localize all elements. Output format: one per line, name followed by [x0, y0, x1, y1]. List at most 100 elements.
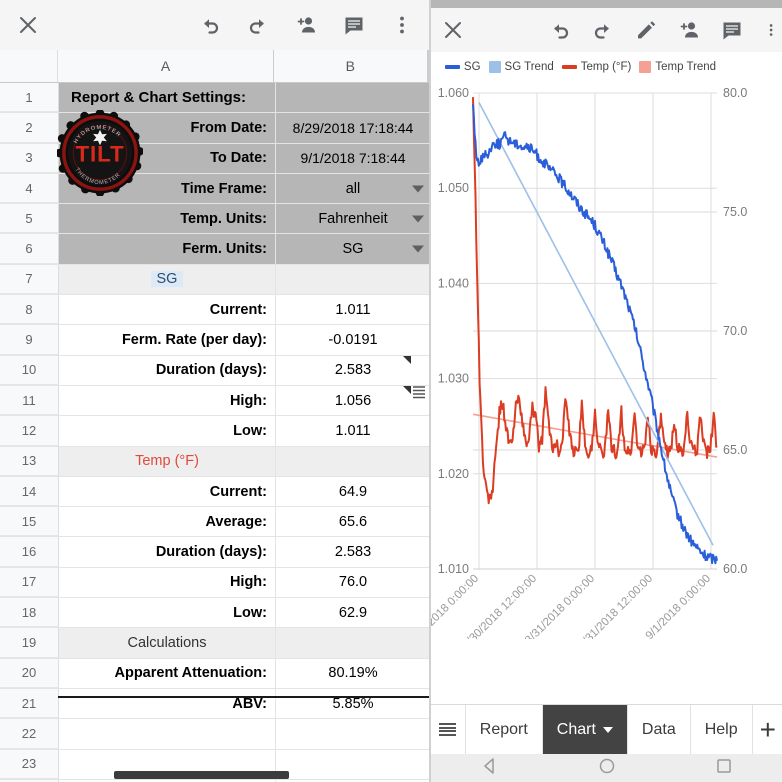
close-icon[interactable] [440, 17, 466, 43]
cell-a[interactable]: Calculations [59, 628, 276, 658]
note-marker[interactable] [403, 385, 411, 394]
chevron-down-icon[interactable] [412, 185, 424, 193]
legend-item-temp[interactable]: Temp (°F) [561, 61, 631, 73]
row-header[interactable]: 3 [0, 143, 59, 173]
sheet-list-button[interactable] [431, 705, 465, 754]
recents-nav-icon[interactable] [715, 757, 733, 780]
add-person-icon[interactable] [293, 12, 319, 38]
cell-a[interactable] [59, 719, 276, 749]
cell-b[interactable] [276, 83, 429, 113]
cell-b[interactable]: 76.0 [276, 568, 429, 597]
cell-a[interactable]: Current: [59, 295, 276, 325]
cell-a[interactable]: SG [59, 264, 276, 295]
add-person-icon[interactable] [676, 17, 702, 43]
cell-a[interactable]: Report & Chart Settings: [59, 83, 276, 113]
table-row[interactable]: 19 Calculations [0, 628, 429, 659]
cell-a[interactable]: High: [59, 385, 276, 416]
column-header-b[interactable]: B [273, 50, 428, 82]
cell-b[interactable]: 5.85% [276, 689, 429, 718]
cell-a[interactable]: Apparent Attenuation: [59, 658, 276, 688]
select-all-corner[interactable] [0, 50, 59, 82]
row-header[interactable]: 23 [0, 749, 59, 779]
table-row[interactable]: 14 Current: 64.9 [0, 476, 429, 508]
cell-a[interactable]: Duration (days): [59, 355, 276, 385]
cell-b[interactable]: SG [276, 234, 429, 264]
sheet-list-handle-left[interactable] [412, 385, 426, 401]
redo-icon[interactable] [245, 12, 271, 38]
cell-a[interactable]: Temp (°F) [59, 446, 276, 476]
cell-b[interactable]: 2.583 [276, 537, 429, 566]
table-row[interactable]: 18 Low: 62.9 [0, 598, 429, 629]
row-header[interactable]: 6 [0, 234, 59, 264]
table-row[interactable]: 20 Apparent Attenuation: 80.19% [0, 658, 429, 689]
cell-b[interactable]: 80.19% [276, 659, 429, 688]
row-header[interactable]: 21 [0, 688, 59, 719]
cell-a[interactable]: Temp. Units: [59, 204, 276, 234]
cell-a[interactable]: ABV: [59, 688, 276, 719]
cell-b[interactable]: 9/1/2018 7:18:44 [276, 143, 429, 173]
chevron-down-icon[interactable] [412, 245, 424, 253]
table-row[interactable]: 11 High: 1.056 [0, 385, 429, 417]
legend-item-sg[interactable]: SG [444, 61, 481, 73]
cell-b[interactable]: 1.011 [276, 416, 429, 445]
legend-item-sg-trend[interactable]: SG Trend [488, 61, 554, 73]
more-vert-icon[interactable] [389, 12, 415, 38]
more-vert-icon[interactable] [762, 17, 776, 43]
table-row[interactable]: 22 [0, 719, 429, 750]
comment-icon[interactable] [719, 17, 745, 43]
sheet-list-icon[interactable] [439, 723, 457, 736]
row-header[interactable]: 20 [0, 658, 59, 688]
table-row[interactable]: 10 Duration (days): 2.583 [0, 355, 429, 386]
row-header[interactable]: 4 [0, 173, 59, 204]
cell-b[interactable] [276, 264, 429, 295]
row-header[interactable]: 13 [0, 446, 59, 476]
row-header[interactable]: 8 [0, 295, 59, 325]
chevron-down-icon[interactable] [412, 215, 424, 223]
legend-item-temp-trend[interactable]: Temp Trend [639, 61, 716, 73]
row-header[interactable]: 9 [0, 325, 59, 355]
table-row[interactable]: 21 ABV: 5.85% [0, 688, 429, 720]
edit-pencil-icon[interactable] [633, 17, 659, 43]
cell-a[interactable]: Low: [59, 598, 276, 628]
cell-b[interactable]: 62.9 [276, 598, 429, 627]
table-row[interactable]: 7 SG [0, 264, 429, 296]
close-icon[interactable] [15, 12, 41, 38]
cell-b[interactable]: -0.0191 [276, 325, 429, 354]
row-header[interactable]: 15 [0, 507, 59, 537]
column-header-a[interactable]: A [58, 50, 274, 82]
close-button-right[interactable] [431, 17, 475, 43]
table-row[interactable]: 17 High: 76.0 [0, 567, 429, 599]
undo-icon[interactable] [547, 17, 573, 43]
row-header[interactable]: 5 [0, 204, 59, 234]
tab-data[interactable]: Data [626, 705, 690, 754]
cell-b[interactable]: 1.011 [276, 295, 429, 324]
cell-b[interactable] [276, 719, 429, 748]
table-row[interactable]: 6 Ferm. Units: SG [0, 234, 429, 265]
row-header[interactable]: 2 [0, 113, 59, 143]
tab-chart[interactable]: Chart [541, 705, 627, 754]
cell-a[interactable]: Ferm. Units: [59, 234, 276, 264]
table-row[interactable]: 12 Low: 1.011 [0, 416, 429, 447]
add-sheet-button[interactable]: + [751, 705, 782, 754]
row-header[interactable]: 16 [0, 537, 59, 567]
redo-icon[interactable] [590, 17, 616, 43]
row-header[interactable]: 1 [0, 83, 59, 113]
cell-a[interactable]: Current: [59, 476, 276, 507]
table-row[interactable]: 8 Current: 1.011 [0, 295, 429, 326]
cell-b[interactable]: 8/29/2018 17:18:44 [276, 113, 429, 143]
tab-help[interactable]: Help [689, 705, 752, 754]
back-nav-icon[interactable] [481, 757, 499, 780]
close-button[interactable] [0, 12, 56, 38]
cell-b[interactable]: 64.9 [276, 477, 429, 506]
chart-plot-area[interactable]: 1.010 1.020 1.030 1.040 1.050 1.060 60.0 65.0 70… [431, 79, 782, 639]
cell-b[interactable]: Fahrenheit [276, 204, 429, 234]
home-nav-icon[interactable] [598, 757, 616, 780]
table-row[interactable]: 9 Ferm. Rate (per day): -0.0191 [0, 325, 429, 356]
cell-b[interactable]: all [276, 173, 429, 204]
table-row[interactable]: 5 Temp. Units: Fahrenheit [0, 204, 429, 235]
note-marker[interactable] [403, 355, 411, 364]
cell-a[interactable]: High: [59, 567, 276, 598]
row-header[interactable]: 19 [0, 628, 59, 658]
tab-report[interactable]: Report [464, 705, 542, 754]
row-header[interactable]: 7 [0, 264, 59, 295]
